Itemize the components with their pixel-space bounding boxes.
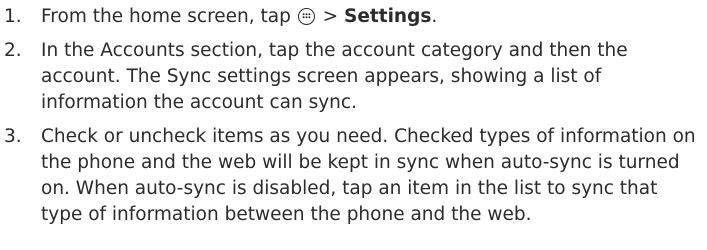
step-text: Check or uncheck items as you need. Chec… [41, 126, 696, 225]
step-text-post: . [431, 6, 438, 27]
step-3: 3. Check or uncheck items as you need. C… [0, 124, 707, 228]
step-text-separator: > [316, 6, 345, 27]
apps-icon [297, 8, 315, 25]
step-text-pre: From the home screen, tap [41, 6, 297, 27]
step-text: From the home screen, tap > Settings. [41, 4, 707, 30]
instruction-list: 1. From the home screen, tap > Settings.… [0, 0, 707, 228]
settings-label: Settings [344, 6, 432, 27]
step-number: 1. [4, 6, 22, 27]
step-number: 2. [4, 40, 22, 61]
step-1: 1. From the home screen, tap > Settings. [0, 4, 707, 30]
step-2: 2. In the Accounts section, tap the acco… [0, 38, 707, 116]
step-number: 3. [4, 126, 22, 147]
step-text: In the Accounts section, tap the account… [41, 40, 628, 113]
